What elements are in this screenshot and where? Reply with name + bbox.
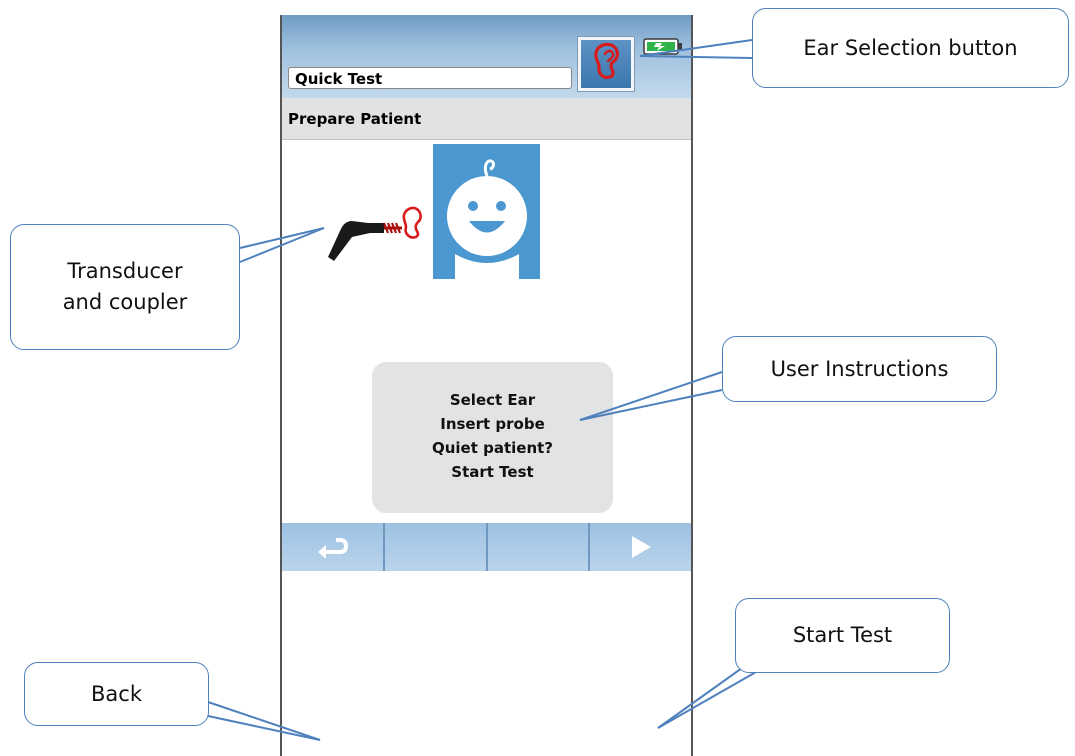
battery-icon bbox=[643, 38, 682, 55]
toolbar-button-3[interactable] bbox=[487, 523, 591, 571]
ear-icon bbox=[594, 42, 619, 79]
callout-ear-selection: Ear Selection button bbox=[752, 8, 1069, 88]
callout-start-test-text: Start Test bbox=[792, 623, 893, 647]
header-bar: Quick Test bbox=[282, 15, 691, 98]
callout-ear-selection-text: Ear Selection button bbox=[803, 35, 1018, 60]
callout-transducer-line1: Transducer bbox=[67, 259, 183, 283]
user-instructions-panel: Select Ear Insert probe Quiet patient? S… bbox=[372, 362, 613, 513]
instruction-line: Start Test bbox=[451, 463, 534, 481]
callout-back-text: Back bbox=[91, 681, 142, 706]
return-arrow-icon bbox=[318, 538, 349, 559]
bottom-toolbar bbox=[282, 523, 691, 571]
baby-face-icon bbox=[433, 144, 540, 279]
probe-transducer-icon bbox=[328, 206, 422, 261]
callout-back: Back bbox=[24, 662, 209, 726]
callout-start-test: Start Test bbox=[735, 598, 950, 673]
instruction-line: Select Ear bbox=[449, 391, 536, 409]
ear-button-face bbox=[581, 40, 631, 88]
start-test-button[interactable] bbox=[590, 523, 691, 571]
toolbar-button-2[interactable] bbox=[384, 523, 488, 571]
callout-transducer: Transducer and coupler bbox=[10, 224, 240, 350]
back-button[interactable] bbox=[282, 523, 385, 571]
instruction-line: Quiet patient? bbox=[431, 439, 554, 457]
ear-selection-button[interactable] bbox=[577, 36, 635, 92]
callout-user-instructions-text: User Instructions bbox=[770, 356, 949, 381]
instruction-line: Insert probe bbox=[440, 415, 545, 433]
callout-transducer-line2: and coupler bbox=[62, 290, 188, 314]
step-subheader: Prepare Patient bbox=[282, 98, 691, 140]
device-screen: Quick Test Prepare Patient Select Ear In… bbox=[280, 15, 693, 756]
test-title-field[interactable]: Quick Test bbox=[288, 67, 572, 89]
play-triangle-icon bbox=[631, 536, 651, 558]
callout-user-instructions: User Instructions bbox=[722, 336, 997, 402]
